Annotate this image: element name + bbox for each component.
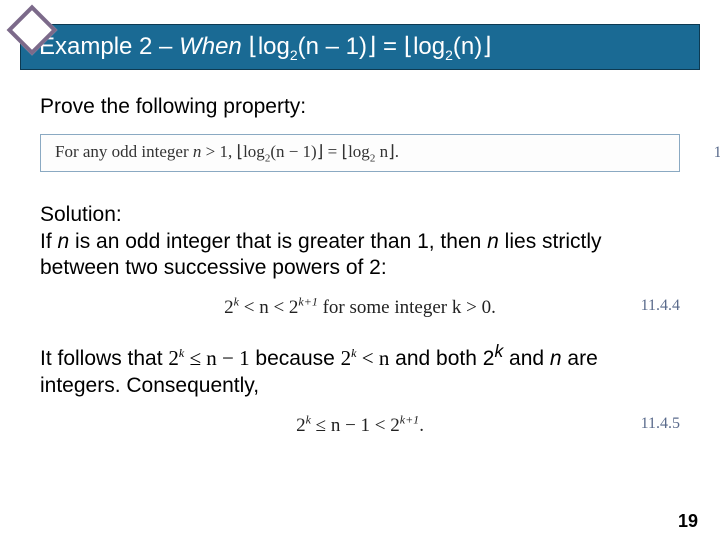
prove-line: Prove the following property:: [40, 94, 680, 120]
eq1-pre: 2: [224, 297, 234, 318]
inline2-pre: 2: [341, 346, 352, 370]
follows-c: and both 2: [389, 347, 494, 370]
inline2-tail: < n: [357, 346, 390, 370]
solution-label: Solution:: [40, 202, 680, 228]
follows-n: n: [550, 347, 562, 370]
sol-p1-b: is an odd integer that is greater than 1…: [69, 230, 487, 253]
follows-sup: k: [494, 341, 503, 361]
eq2-tail: .: [419, 415, 424, 436]
sol-p1-a: If: [40, 230, 58, 253]
equation-1-row: 2k < n < 2k+1 for some integer k > 0. 11…: [40, 295, 680, 319]
title-rhs-sub: 2: [445, 46, 453, 62]
theorem-text: For any odd integer n > 1, ⌊log2(n − 1)⌋…: [55, 142, 399, 164]
equation-1: 2k < n < 2k+1 for some integer k > 0.: [224, 297, 496, 318]
equation-2-number: 11.4.5: [641, 415, 680, 433]
eq1-k1: k+1: [298, 295, 317, 309]
inline-eq-1: 2k ≤ n − 1: [168, 346, 249, 370]
title-bar: Example 2 – When ⌊log2(n – 1)⌋ = ⌊log2(n…: [20, 24, 700, 70]
title-lhs-sub: 2: [290, 46, 298, 62]
title-rhs-arg: (n)⌋: [453, 33, 492, 60]
theorem-box: For any odd integer n > 1, ⌊log2(n − 1)⌋…: [40, 134, 680, 172]
eq2-pre: 2: [296, 415, 306, 436]
follows-a: It follows that: [40, 347, 168, 370]
theorem-gt: > 1, ⌊log: [201, 142, 264, 161]
equation-2: 2k ≤ n − 1 < 2k+1.: [296, 415, 424, 436]
sol-p1-n2: n: [487, 230, 499, 253]
eq1-tail: for some integer k > 0.: [318, 297, 496, 318]
solution-paragraph-1: If n is an odd integer that is greater t…: [40, 229, 680, 282]
page-number: 19: [678, 511, 698, 532]
theorem-mid: (n − 1)⌋ = ⌊log: [270, 142, 370, 161]
inline-eq-mid: ≤ n − 1: [184, 346, 249, 370]
eq1-lt: < n < 2: [239, 297, 298, 318]
follows-b: because: [250, 347, 341, 370]
inline-eq-2: 2k < n: [341, 346, 390, 370]
title-rhs-pre: ⌊log: [404, 33, 445, 60]
equation-2-row: 2k ≤ n − 1 < 2k+1. 11.4.5: [40, 413, 680, 437]
content-area: Prove the following property: For any od…: [40, 94, 680, 459]
follows-paragraph: It follows that 2k ≤ n − 1 because 2k < …: [40, 341, 680, 399]
title-when: When: [179, 33, 248, 60]
equation-1-number: 11.4.4: [641, 297, 680, 315]
eq2-mid: ≤ n − 1 < 2: [311, 415, 400, 436]
title-eq: =: [376, 33, 403, 60]
eq2-k1: k+1: [400, 413, 419, 427]
follows-d: and: [503, 347, 550, 370]
title-prefix: Example 2 –: [39, 33, 179, 60]
theorem-pre: For any odd integer: [55, 142, 193, 161]
inline-eq-pre: 2: [168, 346, 179, 370]
title-lhs-arg: (n – 1)⌋: [298, 33, 377, 60]
sol-p1-n: n: [58, 230, 70, 253]
title-text: Example 2 – When ⌊log2(n – 1)⌋ = ⌊log2(n…: [39, 32, 492, 63]
title-lhs-pre: ⌊log: [248, 33, 289, 60]
theorem-end: n⌋.: [375, 142, 399, 161]
theorem-number: 11.4.3: [714, 144, 720, 162]
